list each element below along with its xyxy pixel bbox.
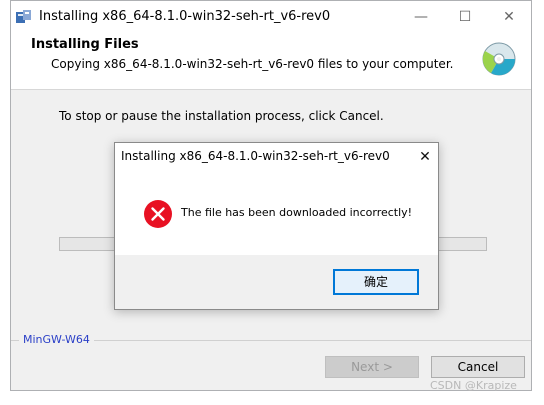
brand-label: MinGW-W64 bbox=[19, 333, 94, 346]
minimize-button[interactable]: — bbox=[399, 1, 443, 33]
title-bar[interactable]: Installing x86_64-8.1.0-win32-seh-rt_v6-… bbox=[11, 1, 531, 33]
cancel-button[interactable]: Cancel bbox=[431, 356, 525, 378]
error-message: The file has been downloaded incorrectly… bbox=[181, 206, 413, 219]
cancel-instruction: To stop or pause the installation proces… bbox=[59, 109, 384, 123]
error-dialog: Installing x86_64-8.1.0-win32-seh-rt_v6-… bbox=[114, 142, 439, 310]
dialog-close-button[interactable]: ✕ bbox=[413, 145, 437, 169]
header-title: Installing Files bbox=[31, 37, 139, 52]
watermark: CSDN @Krapize bbox=[430, 379, 517, 392]
header-panel: Installing Files Copying x86_64-8.1.0-wi… bbox=[11, 33, 531, 90]
error-icon bbox=[144, 200, 172, 228]
close-button[interactable]: ✕ bbox=[487, 1, 531, 33]
ok-button[interactable]: 确定 bbox=[333, 269, 419, 295]
header-subtitle: Copying x86_64-8.1.0-win32-seh-rt_v6-rev… bbox=[51, 57, 454, 71]
installer-app-icon bbox=[16, 10, 31, 23]
maximize-button[interactable]: ☐ bbox=[443, 1, 487, 33]
next-button[interactable]: Next > bbox=[325, 356, 419, 378]
cd-disc-icon bbox=[482, 42, 516, 76]
dialog-title: Installing x86_64-8.1.0-win32-seh-rt_v6-… bbox=[121, 149, 390, 163]
window-title: Installing x86_64-8.1.0-win32-seh-rt_v6-… bbox=[39, 9, 331, 24]
